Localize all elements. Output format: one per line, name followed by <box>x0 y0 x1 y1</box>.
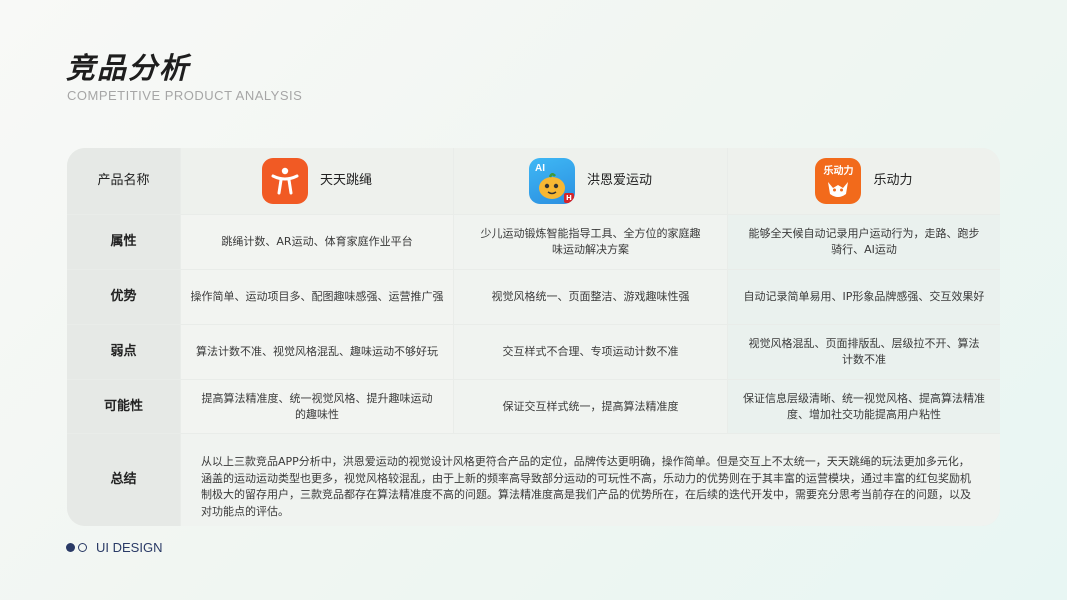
product-name-2: 洪恩爱运动 <box>586 173 652 188</box>
table-header-row: 产品名称 天天跳绳 AI H 洪恩爱运动 乐动力 乐动力 <box>67 148 1000 214</box>
row-label: 属性 <box>67 215 180 269</box>
row-value: 操作简单、运动项目多、配图趣味感强、运营推广强 <box>181 270 453 324</box>
row-value: 跳绳计数、AR运动、体育家庭作业平台 <box>181 215 453 269</box>
row-value: 能够全天候自动记录用户运动行为，走路、跑步骑行、AI运动 <box>728 215 1000 269</box>
product-name-3: 乐动力 <box>873 173 913 188</box>
hongen-mascot-icon: AI H <box>528 158 575 204</box>
row-value: 保证交互样式统一，提高算法精准度 <box>454 380 727 433</box>
hollow-dot-icon <box>78 543 87 552</box>
table-row: 可能性 提高算法精准度、统一视觉风格、提升趣味运动的趣味性 保证交互样式统一，提… <box>67 380 1000 433</box>
row-value: 视觉风格统一、页面整洁、游戏趣味性强 <box>454 270 727 324</box>
product-cell-3: 乐动力 乐动力 <box>728 148 1000 214</box>
row-value: 自动记录简单易用、IP形象品牌感强、交互效果好 <box>728 270 1000 324</box>
product-cell-1: 天天跳绳 <box>181 148 453 214</box>
page-title: 竞品分析 <box>66 51 191 85</box>
header-label: 产品名称 <box>97 173 150 188</box>
table-row: 属性 跳绳计数、AR运动、体育家庭作业平台 少儿运动锻炼智能指导工具、全方位的家… <box>67 215 1000 269</box>
ledongli-logo-icon: 乐动力 <box>815 158 862 204</box>
row-label: 优势 <box>67 270 180 324</box>
hongen-icon-text: AI <box>534 163 545 174</box>
footer-brand: UI DESIGN <box>66 540 162 555</box>
row-label: 可能性 <box>67 380 180 433</box>
page-subtitle: COMPETITIVE PRODUCT ANALYSIS <box>67 88 303 103</box>
row-value: 少儿运动锻炼智能指导工具、全方位的家庭趣味运动解决方案 <box>454 215 727 269</box>
running-person-icon <box>261 158 308 204</box>
product-cell-2: AI H 洪恩爱运动 <box>454 148 727 214</box>
row-value: 视觉风格混乱、页面排版乱、层级拉不开、算法计数不准 <box>728 325 1000 379</box>
row-value: 交互样式不合理、专项运动计数不准 <box>454 325 727 379</box>
table-row: 弱点 算法计数不准、视觉风格混乱、趣味运动不够好玩 交互样式不合理、专项运动计数… <box>67 325 1000 379</box>
header-label-cell: 产品名称 <box>67 148 180 214</box>
hongen-badge: H <box>563 193 574 203</box>
ledongli-icon-text: 乐动力 <box>823 166 854 177</box>
row-value: 提高算法精准度、统一视觉风格、提升趣味运动的趣味性 <box>181 380 453 433</box>
footer-label: UI DESIGN <box>96 540 163 555</box>
row-value: 保证信息层级清晰、统一视觉风格、提高算法精准度、增加社交功能提高用户粘性 <box>728 380 1000 433</box>
filled-dot-icon <box>66 543 75 552</box>
table-row: 优势 操作简单、运动项目多、配图趣味感强、运营推广强 视觉风格统一、页面整洁、游… <box>67 270 1000 324</box>
comparison-table: 产品名称 天天跳绳 AI H 洪恩爱运动 乐动力 乐动力 属性 跳绳计数、AR运… <box>67 148 1000 526</box>
product-name-1: 天天跳绳 <box>319 173 372 188</box>
summary-text: 从以上三款竞品APP分析中，洪恩爱运动的视觉设计风格更符合产品的定位，品牌传达更… <box>181 434 1000 526</box>
summary-row: 总结 从以上三款竞品APP分析中，洪恩爱运动的视觉设计风格更符合产品的定位，品牌… <box>67 434 1000 526</box>
row-label: 弱点 <box>67 325 180 379</box>
row-label: 总结 <box>67 434 180 526</box>
row-value: 算法计数不准、视觉风格混乱、趣味运动不够好玩 <box>181 325 453 379</box>
